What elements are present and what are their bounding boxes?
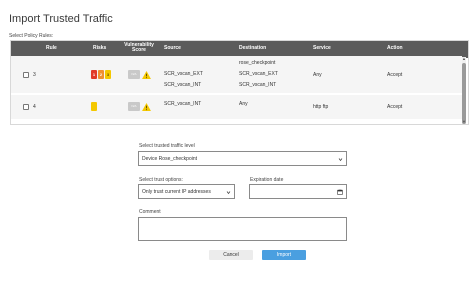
action: Accept [387,72,403,78]
risk-badge-low [91,102,97,111]
cancel-button[interactable]: Cancel [209,250,253,260]
expiration-label: Expiration date [250,177,284,183]
select-rules-label: Select Policy Rules: [9,33,54,39]
trust-level-value: Device Rose_checkpoint [142,156,198,162]
col-action: Action [387,45,403,51]
col-service: Service [313,45,331,51]
service: http ftp [313,104,329,110]
col-rule: Rule [46,45,57,51]
destination-2: SCR_vscan_EXT [239,71,278,77]
scroll-down-icon[interactable]: ▼ [462,120,466,124]
col-destination: Destination [239,45,267,51]
action: Accept [387,104,403,110]
warning-icon [142,71,151,79]
trust-level-label: Select trusted traffic level [139,143,195,149]
risk-badge-medium: 2 [98,70,104,79]
rule-number: 4 [33,104,36,110]
chevron-down-icon [226,191,231,195]
table-scrollbar[interactable]: ▲ ▼ [462,57,466,124]
service: Any [313,72,322,78]
scroll-up-icon[interactable]: ▲ [462,57,466,61]
risk-badge-low: 3 [105,70,111,79]
comment-label: Comment [139,209,161,215]
rule-number: 3 [33,72,36,78]
trust-options-value: Only trust current IP addresses [142,189,211,195]
col-risks: Risks [93,45,107,51]
source-2: SCR_vscan_INT [164,82,202,88]
trust-level-select[interactable]: Device Rose_checkpoint [138,151,347,166]
page-title: Import Trusted Traffic [9,13,113,25]
expiration-date-field[interactable] [249,184,347,199]
destination-3: SCR_vscan_INT [239,82,277,88]
destination-1: Any [239,101,248,107]
row-checkbox[interactable] [23,104,29,110]
source-1: SCR_vscan_EXT [164,71,203,77]
calendar-icon[interactable] [337,189,343,195]
table-row[interactable]: 4 N/A SCR_vscan_INT Any http ftp Accept [11,95,462,119]
table-row[interactable]: 3 1 2 3 N/A SCR_vscan_EXT SCR_vscan_INT … [11,56,462,93]
row-checkbox[interactable] [23,72,29,78]
scrollbar-thumb[interactable] [462,63,466,124]
vulnerability-score: N/A [128,102,140,111]
destination-1: rose_checkpoint [239,60,276,66]
rules-table: Rule Risks Vulnerability Score Source De… [10,40,469,125]
trust-options-select[interactable]: Only trust current IP addresses [138,184,235,199]
trust-options-label: Select trust options: [139,177,183,183]
comment-textarea[interactable] [138,217,347,241]
chevron-down-icon [338,158,343,162]
vulnerability-score: N/A [128,70,140,79]
source-1: SCR_vscan_INT [164,101,202,107]
col-source: Source [164,45,181,51]
risk-badge-high: 1 [91,70,97,79]
warning-icon [142,103,151,111]
import-button[interactable]: Import [262,250,306,260]
col-vulnerability: Vulnerability Score [124,42,154,53]
